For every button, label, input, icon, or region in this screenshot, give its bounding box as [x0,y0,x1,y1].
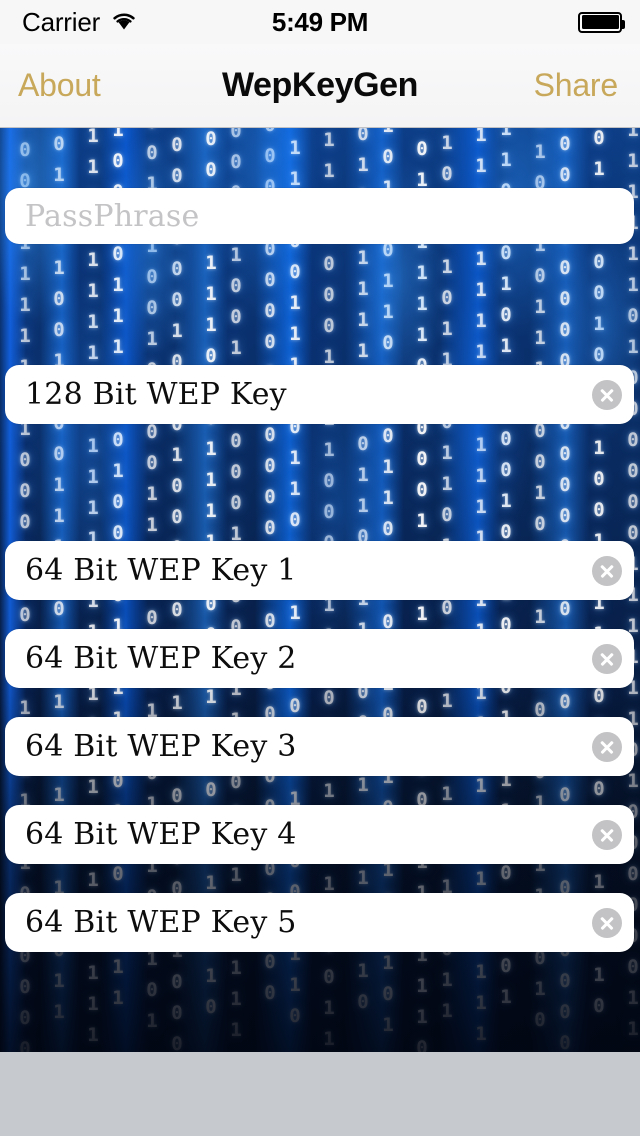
wep64-3-field[interactable]: 64 Bit WEP Key 3 [5,717,634,776]
wep64-3-input[interactable]: 64 Bit WEP Key 3 [5,729,580,764]
share-button[interactable]: Share [534,44,619,127]
wep64-4-input[interactable]: 64 Bit WEP Key 4 [5,817,580,852]
bottom-bar [0,1052,640,1136]
wep64-2-input[interactable]: 64 Bit WEP Key 2 [5,641,580,676]
wep64-5-field[interactable]: 64 Bit WEP Key 5 [5,893,634,952]
wep128-input[interactable]: 128 Bit WEP Key [5,377,580,412]
wep64-2-clear-button[interactable] [580,629,634,688]
wep64-1-input[interactable]: 64 Bit WEP Key 1 [5,553,580,588]
wep64-3-clear-button[interactable] [580,717,634,776]
clear-circle-x-icon [592,643,622,674]
wep128-clear-button[interactable] [580,365,634,424]
passphrase-input[interactable]: PassPhrase [5,199,634,234]
status-bar-right [578,0,625,44]
wep64-5-input[interactable]: 64 Bit WEP Key 5 [5,905,580,940]
wep64-1-field[interactable]: 64 Bit WEP Key 1 [5,541,634,600]
clear-circle-x-icon [592,379,622,410]
app-screen: Carrier 5:49 PM About WepKeyGen Share Pa… [0,0,640,1136]
wep64-5-clear-button[interactable] [580,893,634,952]
status-bar: Carrier 5:49 PM [0,0,640,44]
wep64-4-field[interactable]: 64 Bit WEP Key 4 [5,805,634,864]
clear-circle-x-icon [592,731,622,762]
wep64-2-field[interactable]: 64 Bit WEP Key 2 [5,629,634,688]
clear-circle-x-icon [592,819,622,850]
navigation-bar: About WepKeyGen Share [0,44,640,128]
clock-label: 5:49 PM [271,6,369,37]
passphrase-field[interactable]: PassPhrase [5,188,634,244]
wep64-1-clear-button[interactable] [580,541,634,600]
wep128-field[interactable]: 128 Bit WEP Key [5,365,634,424]
status-bar-center: 5:49 PM [0,0,640,44]
main-content: 0001111110100000011111101000000100111100… [0,128,640,1052]
clear-circle-x-icon [592,907,622,938]
battery-full-icon [578,11,625,33]
wep64-4-clear-button[interactable] [580,805,634,864]
clear-circle-x-icon [592,555,622,586]
